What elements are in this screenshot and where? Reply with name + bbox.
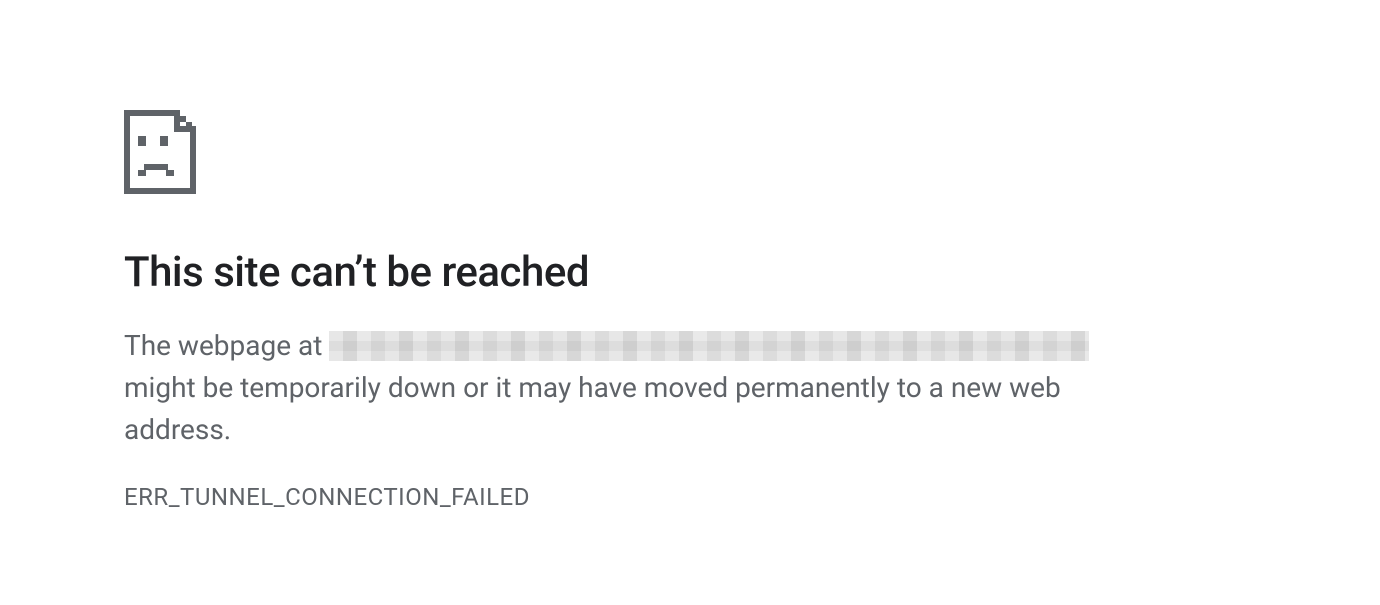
desc-suffix: might be temporarily down or it may have… (124, 371, 1061, 446)
error-heading: This site can’t be reached (124, 248, 1200, 297)
desc-prefix: The webpage at (124, 329, 329, 362)
error-page: This site can’t be reached The webpage a… (0, 0, 1200, 511)
redacted-url (329, 331, 1089, 361)
error-code: ERR_TUNNEL_CONNECTION_FAILED (124, 483, 1200, 511)
sad-page-icon (124, 110, 1200, 198)
error-description: The webpage at might be temporarily down… (124, 325, 1154, 451)
